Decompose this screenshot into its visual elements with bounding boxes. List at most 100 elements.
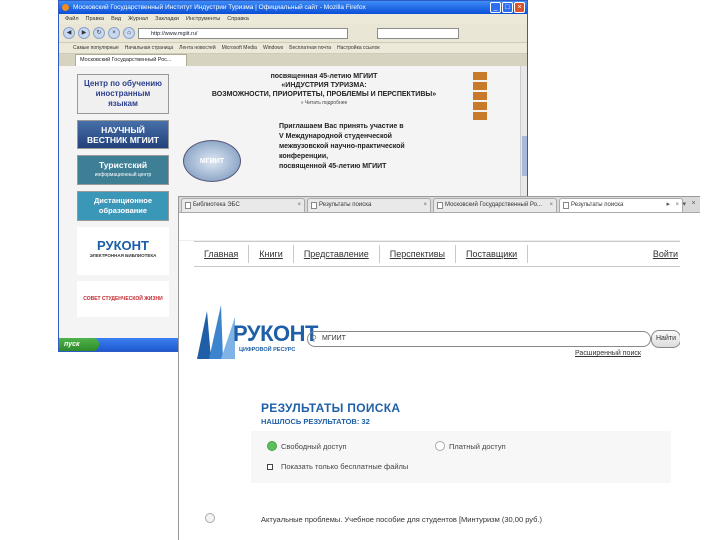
tab-library[interactable]: Библиотека ЭБС × bbox=[181, 198, 305, 212]
bookmark-item[interactable]: Самые популярные bbox=[73, 43, 119, 53]
conference-line: посвященной 45-летию МГИИТ bbox=[279, 163, 387, 170]
back-arrow-icon[interactable]: ◀ bbox=[63, 27, 75, 39]
front-tab-bar: Библиотека ЭБС × Результаты поиска × Мос… bbox=[179, 197, 700, 213]
access-filter-panel: Свободный доступ Платный доступ Показать… bbox=[251, 431, 671, 483]
tab-search-results-active[interactable]: Результаты поиска × bbox=[559, 198, 683, 212]
menu-history[interactable]: Журнал bbox=[128, 14, 148, 24]
firefox-icon bbox=[62, 4, 69, 11]
tab-close-icon[interactable]: × bbox=[423, 199, 427, 212]
search-input[interactable]: ⚲ МГИИТ bbox=[307, 331, 651, 347]
stop-icon[interactable]: × bbox=[108, 27, 120, 39]
conference-line: конференции, bbox=[279, 153, 329, 160]
conference-line: межвузовской научно-практической bbox=[279, 143, 405, 150]
conference-announcement: посвященная 45-летию МГИИТ «ИНДУСТРИЯ ТУ… bbox=[179, 72, 469, 182]
announce-line: посвященная 45-летию МГИИТ bbox=[270, 73, 378, 80]
menu-bookmarks[interactable]: Закладки bbox=[155, 14, 179, 24]
start-button[interactable]: пуск bbox=[59, 338, 99, 351]
maximize-icon[interactable]: □ bbox=[502, 2, 513, 13]
page-icon bbox=[563, 202, 569, 209]
advanced-search-link[interactable]: Расширенный поиск bbox=[575, 350, 641, 357]
rucont-library-banner[interactable]: РУКОНТ ЭЛЕКТРОННАЯ БИБЛИОТЕКА bbox=[77, 227, 169, 275]
menu-edit[interactable]: Правка bbox=[86, 14, 105, 24]
bookmark-item[interactable]: Настройка ссылок bbox=[337, 43, 380, 53]
science-bulletin-banner[interactable]: НАУЧНЫЙ ВЕСТНИК МГИИТ bbox=[77, 120, 169, 149]
menu-file[interactable]: Файл bbox=[65, 14, 79, 24]
rucont-browser-window: Библиотека ЭБС × Результаты поиска × Мос… bbox=[178, 196, 700, 540]
close-icon[interactable]: × bbox=[514, 2, 525, 13]
search-value: МГИИТ bbox=[322, 335, 346, 342]
page-icon bbox=[185, 202, 191, 209]
distance-learning-banner[interactable]: Дистанционное образование bbox=[77, 191, 169, 221]
bookmark-item[interactable]: Лента новостей bbox=[179, 43, 215, 53]
announce-line: ВОЗМОЖНОСТИ, ПРИОРИТЕТЫ, ПРОБЛЕМЫ И ПЕРС… bbox=[211, 91, 437, 98]
nav-presentation[interactable]: Представление bbox=[294, 245, 380, 263]
rucont-logo[interactable]: РУКОНТ ЦИФРОВОЙ РЕСУРС bbox=[193, 303, 318, 363]
bookmark-item[interactable]: Microsoft Media bbox=[222, 43, 257, 53]
bookmarks-bar: Самые популярные Начальная страница Лент… bbox=[59, 43, 527, 54]
minimize-icon[interactable]: _ bbox=[490, 2, 501, 13]
announce-line: «ИНДУСТРИЯ ТУРИЗМА: bbox=[281, 82, 367, 89]
free-only-label: Показать только бесплатные файлы bbox=[281, 462, 409, 471]
menu-view[interactable]: Вид bbox=[111, 14, 121, 24]
tab-label: Московский Государственный Ро... bbox=[445, 202, 542, 208]
back-window-titlebar[interactable]: Московский Государственный Институт Инду… bbox=[59, 1, 527, 14]
back-window-title: Московский Государственный Институт Инду… bbox=[73, 4, 366, 11]
rucont-banner-sub: ЭЛЕКТРОННАЯ БИБЛИОТЕКА bbox=[89, 253, 157, 258]
nav-perspectives[interactable]: Перспективы bbox=[380, 245, 457, 263]
filter-paid-radio[interactable] bbox=[435, 441, 445, 451]
nav-books[interactable]: Книги bbox=[249, 245, 294, 263]
bookmark-item[interactable]: Windows bbox=[263, 43, 283, 53]
languages-center-banner[interactable]: Центр по обучению иностранным языкам bbox=[77, 74, 169, 114]
results-title: РЕЗУЛЬТАТЫ ПОИСКА bbox=[261, 401, 401, 415]
bookmark-item[interactable]: Бесплатная почта bbox=[289, 43, 331, 53]
nav-suppliers[interactable]: Поставщики bbox=[456, 245, 529, 263]
rucont-banner-title: РУКОНТ bbox=[97, 238, 149, 253]
news-thumbnail[interactable] bbox=[473, 92, 487, 100]
front-scrollbar[interactable] bbox=[680, 214, 700, 524]
filter-free-radio[interactable] bbox=[267, 441, 277, 451]
back-tab-bar: Московский Государственный Рос... bbox=[59, 54, 527, 66]
tab-close-icon[interactable]: × bbox=[675, 199, 679, 212]
search-button[interactable]: Найти bbox=[651, 330, 681, 348]
nav-home[interactable]: Главная bbox=[194, 245, 250, 263]
filter-free-label: Свободный доступ bbox=[281, 442, 347, 451]
web-search-box[interactable] bbox=[377, 27, 459, 39]
student-council-banner[interactable]: СОВЕТ СТУДЕНЧЕСКОЙ ЖИЗНИ bbox=[77, 281, 169, 317]
tab-close-icon[interactable]: × bbox=[549, 199, 553, 212]
news-thumbnail[interactable] bbox=[473, 102, 487, 110]
right-news-column bbox=[473, 70, 519, 122]
page-icon bbox=[311, 202, 317, 209]
news-thumbnail[interactable] bbox=[473, 82, 487, 90]
menu-help[interactable]: Справка bbox=[227, 14, 249, 24]
left-banner-column: Центр по обучению иностранным языкам НАУ… bbox=[77, 74, 169, 323]
home-icon[interactable]: ⌂ bbox=[123, 27, 135, 39]
window-controls: _ □ × bbox=[490, 2, 525, 13]
tab-list-icon[interactable]: ▸ bbox=[666, 200, 670, 208]
free-only-checkbox[interactable] bbox=[267, 464, 273, 470]
url-bar[interactable]: http://www.mgiit.ru/ bbox=[138, 27, 348, 39]
tab-mgiit[interactable]: Московский Государственный Ро... × bbox=[433, 198, 557, 212]
menu-tools[interactable]: Инструменты bbox=[186, 14, 220, 24]
bookmark-item[interactable]: Начальная страница bbox=[125, 43, 173, 53]
tab-label: Результаты поиска bbox=[571, 202, 624, 208]
scroll-thumb[interactable] bbox=[522, 136, 527, 176]
back-tab[interactable]: Московский Государственный Рос... bbox=[75, 54, 187, 66]
tourist-center-banner[interactable]: Туристский информационный центр bbox=[77, 155, 169, 185]
tab-close-icon[interactable]: × bbox=[297, 199, 301, 212]
forward-arrow-icon[interactable]: ▶ bbox=[78, 27, 90, 39]
login-link[interactable]: Войти bbox=[653, 249, 678, 259]
read-more-link[interactable]: » Читать подробнее bbox=[179, 99, 469, 108]
page-top-spacer bbox=[179, 213, 700, 241]
tab-list-dropdown-icon[interactable]: ▾ bbox=[682, 200, 686, 208]
news-thumbnail[interactable] bbox=[473, 112, 487, 120]
tab-label: Результаты поиска bbox=[319, 202, 372, 208]
news-thumbnail[interactable] bbox=[473, 72, 487, 80]
result-title-link[interactable]: Актуальные проблемы. Учебное пособие для… bbox=[261, 515, 542, 524]
conference-line: V Международной студенческой bbox=[279, 133, 392, 140]
tab-search-results-1[interactable]: Результаты поиска × bbox=[307, 198, 431, 212]
nav-toolbar: ◀ ▶ ↻ × ⌂ http://www.mgiit.ru/ bbox=[59, 24, 527, 43]
close-icon[interactable]: × bbox=[689, 199, 698, 208]
result-radio[interactable] bbox=[205, 513, 215, 523]
tourist-banner-title: Туристский bbox=[98, 160, 148, 170]
reload-icon[interactable]: ↻ bbox=[93, 27, 105, 39]
